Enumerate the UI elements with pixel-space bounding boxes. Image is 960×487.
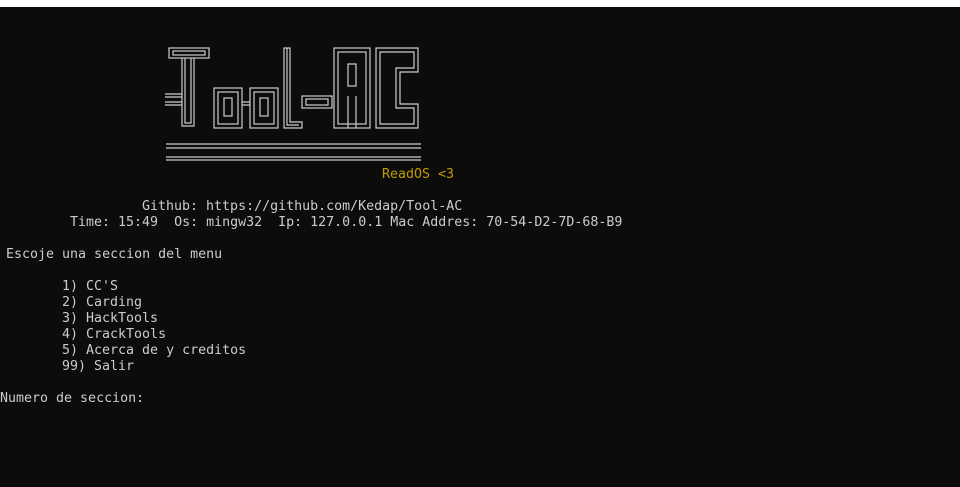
menu-item-ccs: 1) CC'S [62, 279, 119, 294]
menu-prompt: Escoje una seccion del menu [6, 247, 223, 262]
console-window[interactable]: ReadOS <3 Github: https://github.com/Ked… [0, 0, 960, 487]
window-top-edge [0, 0, 960, 7]
github-line: Github: https://github.com/Kedap/Tool-AC [142, 199, 463, 214]
menu-item-acerca: 5) Acerca de y creditos [62, 343, 247, 358]
tagline: ReadOS <3 [382, 167, 455, 182]
status-line: Time: 15:49 Os: mingw32 Ip: 127.0.0.1 Ma… [70, 215, 623, 230]
menu-item-cracktools: 4) CrackTools [62, 327, 167, 342]
menu-item-salir: 99) Salir [62, 359, 135, 374]
tool-ac-logo [165, 47, 421, 161]
menu-item-carding: 2) Carding [62, 295, 143, 310]
section-number-prompt: Numero de seccion: [0, 391, 145, 406]
menu-item-hacktools: 3) HackTools [62, 311, 159, 326]
